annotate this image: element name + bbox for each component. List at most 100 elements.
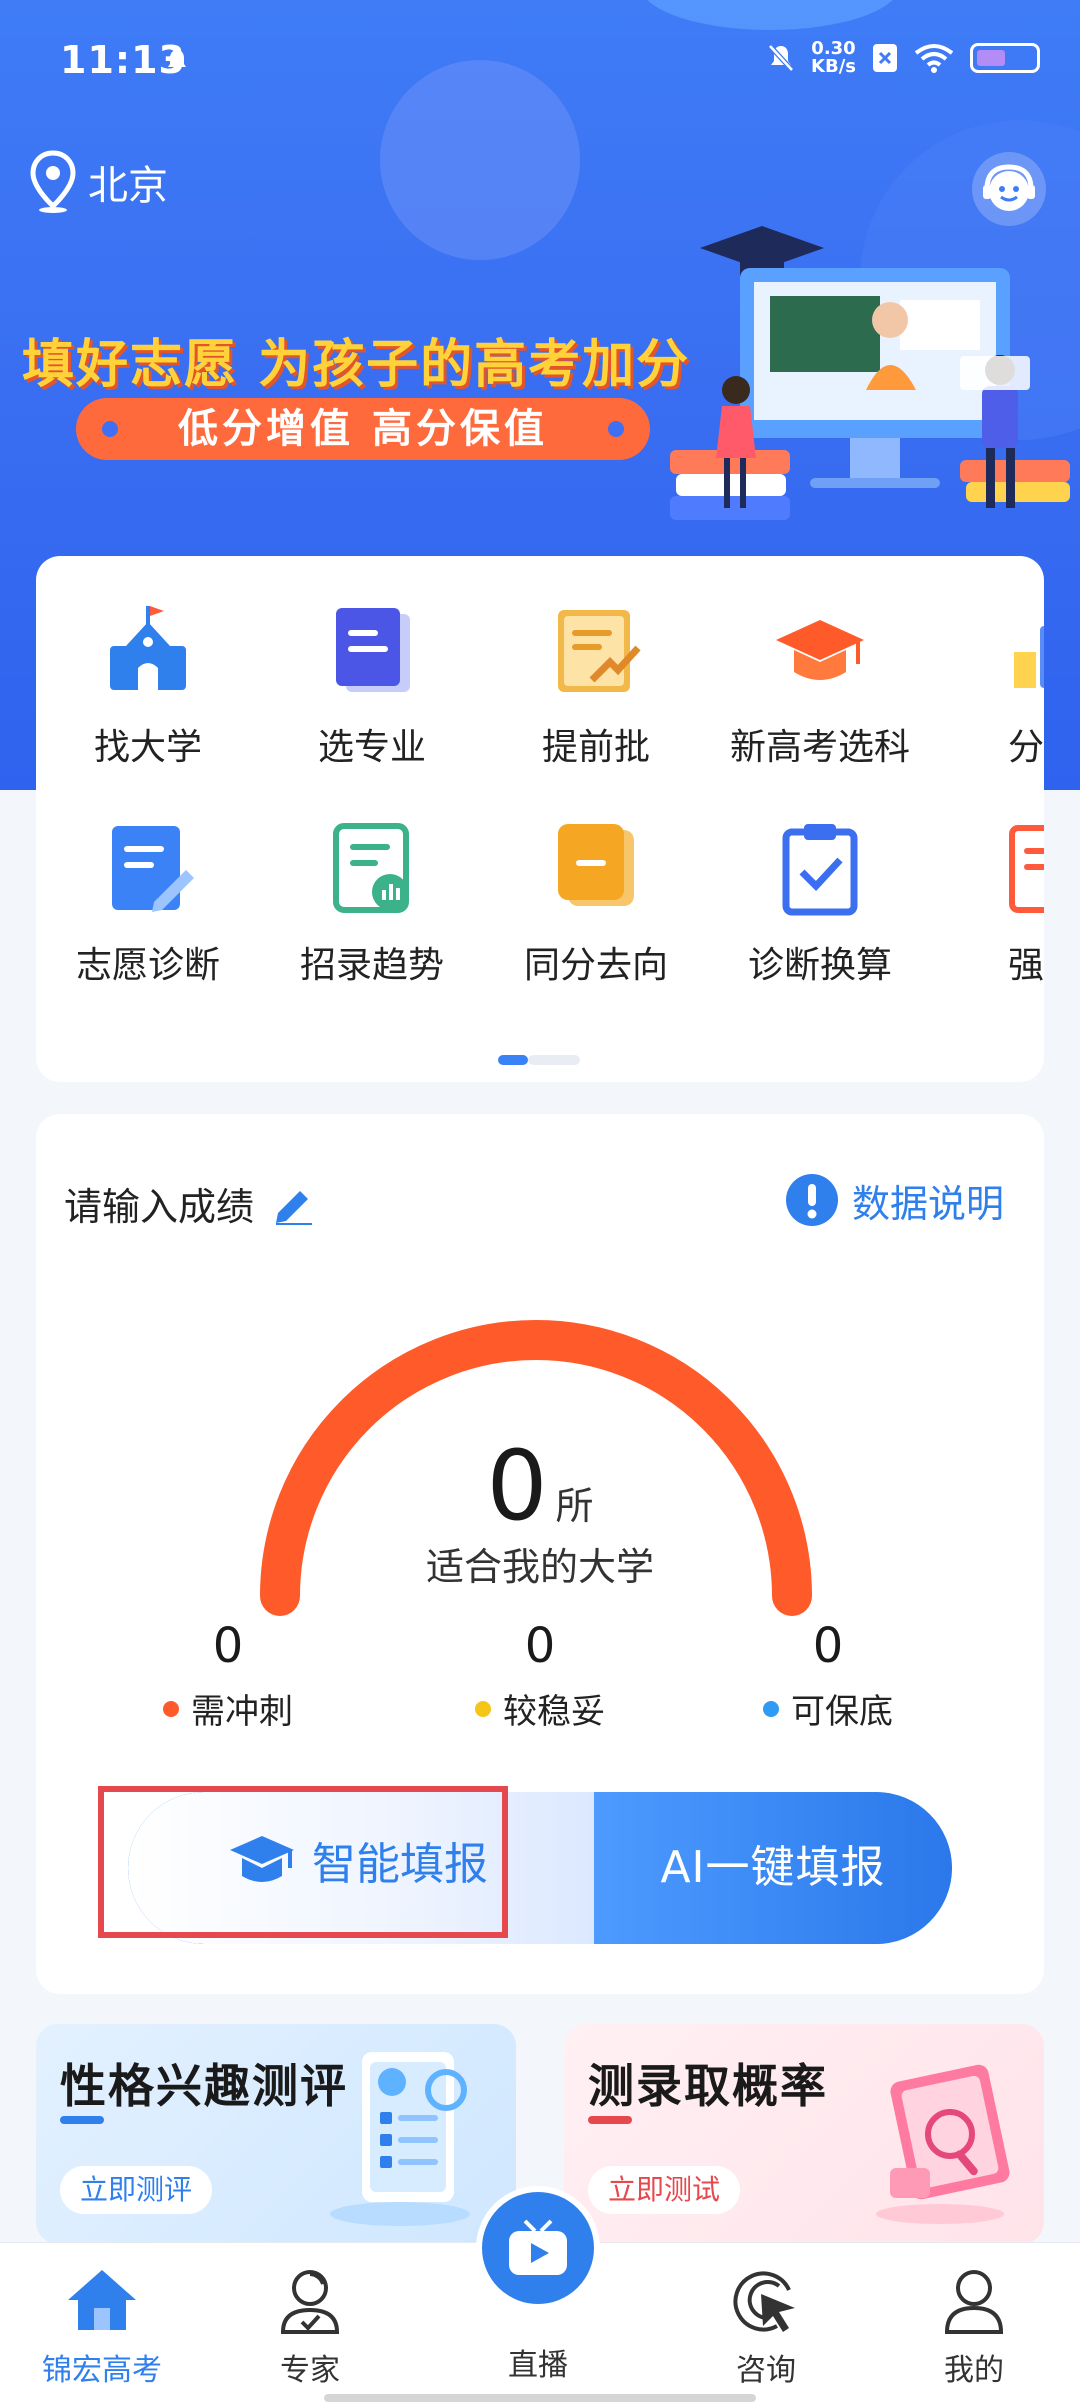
feature-new-gaokao-subjects[interactable]: 新高考选科 bbox=[708, 600, 932, 770]
home-indicator[interactable] bbox=[324, 2394, 756, 2402]
feature-same-score-destination[interactable]: 同分去向 bbox=[484, 818, 708, 988]
feature-label: 提前批 bbox=[541, 727, 650, 768]
page-indicator bbox=[498, 1055, 580, 1065]
book-icon bbox=[336, 608, 410, 692]
mute-icon bbox=[768, 44, 794, 72]
gauge-caption: 适合我的大学 bbox=[425, 1545, 654, 1589]
promo-underline bbox=[588, 2116, 632, 2124]
feature-row-2: 志愿诊断 招录趋势 同分去向 诊断换算 强 bbox=[36, 818, 1044, 988]
edit-document-icon bbox=[112, 826, 194, 912]
feature-label: 同分去向 bbox=[523, 945, 668, 986]
score-input-prompt[interactable]: 请输入成绩 bbox=[64, 1176, 314, 1231]
highlight-annotation bbox=[98, 1786, 508, 1938]
feature-label: 强基 bbox=[1007, 945, 1044, 986]
feature-label: 分数 bbox=[1007, 727, 1044, 768]
location-selector[interactable]: 北京 bbox=[28, 150, 168, 214]
feature-row-1: 找大学 选专业 提前批 新高考选科 分 bbox=[36, 600, 1044, 770]
feature-label: 找大学 bbox=[93, 727, 202, 768]
feature-label: 志愿诊断 bbox=[75, 945, 220, 986]
home-icon bbox=[68, 2270, 136, 2330]
tab-experts[interactable]: 专家 bbox=[230, 2263, 390, 2389]
document-chart-icon bbox=[558, 610, 641, 692]
tab-mine[interactable]: 我的 bbox=[894, 2263, 1054, 2389]
notebook-icon bbox=[1009, 825, 1044, 913]
headset-icon bbox=[983, 164, 1035, 211]
data-explanation-link[interactable]: 数据说明 bbox=[784, 1172, 1004, 1228]
stat-reach: 0 需冲刺 bbox=[128, 1618, 328, 1733]
tab-label: 锦宏高考 bbox=[42, 2353, 162, 2388]
report-icon bbox=[333, 823, 409, 913]
tab-home[interactable]: 锦宏高考 bbox=[22, 2263, 182, 2389]
banner-title: 填好志愿 为孩子的高考加分 bbox=[22, 335, 691, 395]
battery-icon bbox=[970, 43, 1040, 73]
ai-fill-button[interactable]: AI一键填报 bbox=[594, 1792, 952, 1944]
tab-consult[interactable]: 咨询 bbox=[686, 2263, 846, 2389]
stable-dot-icon bbox=[475, 1700, 491, 1717]
page-dot-active bbox=[498, 1055, 528, 1065]
wifi-icon bbox=[914, 44, 954, 73]
clipboard-check-icon bbox=[782, 824, 858, 916]
customer-service-button[interactable] bbox=[972, 152, 1046, 226]
safe-dot-icon bbox=[763, 1700, 779, 1717]
promo-underline bbox=[60, 2116, 104, 2124]
stat-value: 0 bbox=[524, 1618, 556, 1674]
banner-illustration bbox=[670, 226, 1070, 520]
ai-fill-label: AI一键填报 bbox=[660, 1842, 886, 1893]
castle-icon bbox=[110, 606, 186, 690]
feature-strong-foundation[interactable]: 强基 bbox=[932, 818, 1044, 988]
data-explanation-label: 数据说明 bbox=[851, 1181, 1004, 1226]
feature-label: 诊断换算 bbox=[747, 945, 892, 986]
tab-label: 专家 bbox=[280, 2353, 340, 2388]
chart-icon bbox=[1014, 626, 1044, 688]
stat-label: 可保底 bbox=[791, 1692, 893, 1732]
probability-illustration bbox=[876, 2064, 1010, 2224]
promo-admission-probability[interactable]: 测录取概率 立即测试 bbox=[564, 2024, 1044, 2244]
sim-icon bbox=[873, 44, 897, 72]
expert-icon bbox=[280, 2270, 340, 2334]
university-count-value: 0 bbox=[486, 1430, 548, 1542]
pencil-icon bbox=[276, 1190, 313, 1225]
feature-diagnosis-conversion[interactable]: 诊断换算 bbox=[708, 818, 932, 988]
banner-subtitle: 低分增值 高分保值 bbox=[76, 398, 650, 460]
stat-label: 需冲刺 bbox=[191, 1692, 293, 1732]
location-pin-icon bbox=[30, 150, 76, 213]
stat-value: 0 bbox=[212, 1618, 244, 1674]
location-label: 北京 bbox=[88, 163, 168, 209]
promo-cta-button[interactable]: 立即测评 bbox=[60, 2166, 213, 2214]
feature-early-batch[interactable]: 提前批 bbox=[484, 600, 708, 770]
user-icon bbox=[944, 2270, 1004, 2334]
bell-icon bbox=[168, 50, 186, 72]
tab-label: 咨询 bbox=[736, 2353, 796, 2388]
net-speed: 0.30 KB/s bbox=[811, 40, 856, 76]
tab-label: 我的 bbox=[944, 2353, 1004, 2388]
promo-personality-test[interactable]: 性格兴趣测评 立即测评 bbox=[36, 2024, 516, 2244]
stat-safe: 0 可保底 bbox=[728, 1618, 928, 1733]
feature-label: 选专业 bbox=[317, 727, 426, 768]
feature-application-diagnosis[interactable]: 志愿诊断 bbox=[36, 818, 260, 988]
page-dot bbox=[528, 1055, 580, 1065]
feature-choose-major[interactable]: 选专业 bbox=[260, 600, 484, 770]
tv-play-icon bbox=[509, 2219, 567, 2275]
stat-label: 较稳妥 bbox=[503, 1692, 605, 1732]
stat-stable: 0 较稳妥 bbox=[440, 1618, 640, 1733]
cursor-consult-icon bbox=[733, 2271, 795, 2332]
feature-label: 招录趋势 bbox=[299, 945, 444, 986]
checklist-illustration bbox=[330, 2052, 470, 2226]
promo-title: 性格兴趣测评 bbox=[60, 2059, 348, 2113]
feature-find-university[interactable]: 找大学 bbox=[36, 600, 260, 770]
promo-cta-button[interactable]: 立即测试 bbox=[588, 2166, 741, 2214]
feature-grid: 找大学 选专业 提前批 新高考选科 分 志愿诊断 招录趋势 同分去向 诊断换算 … bbox=[36, 556, 1044, 1082]
folder-icon bbox=[558, 824, 634, 906]
stat-value: 0 bbox=[812, 1618, 844, 1674]
university-count: 0所 bbox=[36, 1430, 1044, 1542]
promo-title: 测录取概率 bbox=[588, 2059, 828, 2113]
tab-live[interactable] bbox=[476, 2186, 600, 2310]
reach-dot-icon bbox=[163, 1700, 179, 1717]
feature-admission-trend[interactable]: 招录趋势 bbox=[260, 818, 484, 988]
status-bar: 11:13 0.30 KB/s bbox=[0, 0, 1080, 120]
feature-label: 新高考选科 bbox=[729, 727, 910, 768]
feature-score-partial[interactable]: 分数 bbox=[932, 600, 1044, 770]
tab-live-label: 直播 bbox=[508, 2348, 568, 2383]
university-count-unit: 所 bbox=[555, 1484, 594, 1528]
info-icon bbox=[785, 1174, 838, 1226]
